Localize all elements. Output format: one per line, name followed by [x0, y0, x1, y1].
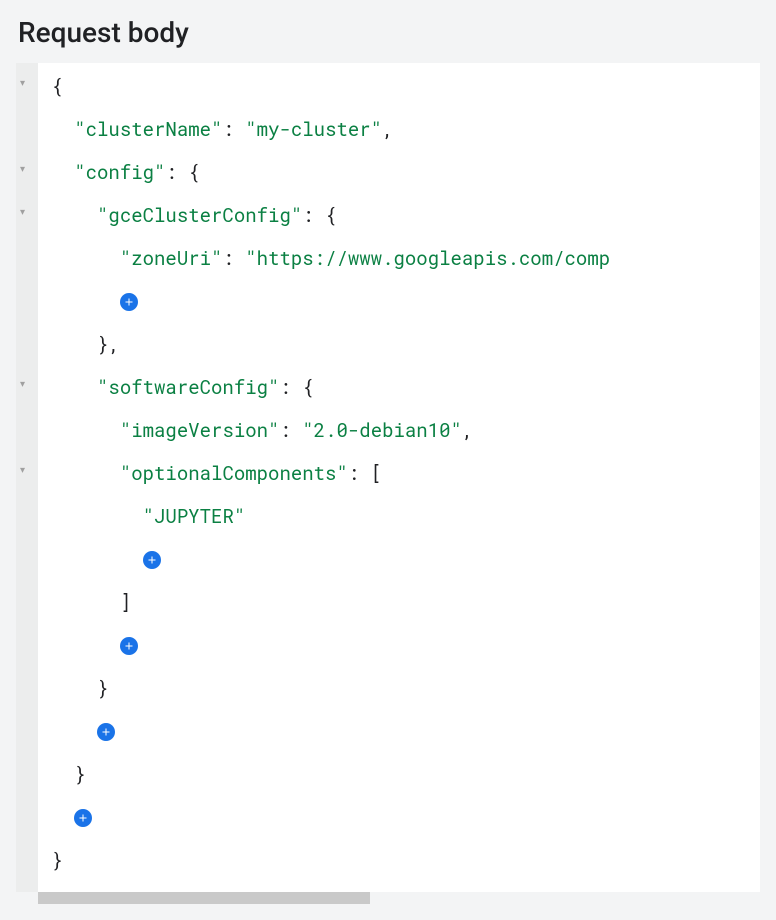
- bracket-close: ]: [120, 590, 131, 615]
- add-property-button[interactable]: [97, 723, 115, 741]
- colon: :: [302, 203, 325, 228]
- code-line: {: [40, 65, 758, 108]
- plus-icon: [123, 296, 135, 308]
- code-line: "clusterName": "my-cluster",: [40, 108, 758, 151]
- fold-toggle[interactable]: ▾: [20, 165, 25, 175]
- json-key: "gceClusterConfig": [97, 203, 302, 228]
- code-line: [40, 710, 758, 753]
- brace-close: }: [97, 676, 108, 701]
- bracket-open: [: [371, 461, 382, 486]
- json-key: "softwareConfig": [97, 375, 279, 400]
- code-line: [40, 538, 758, 581]
- json-string: "2.0-debian10": [302, 418, 462, 443]
- plus-icon: [123, 640, 135, 652]
- code-line: },: [40, 323, 758, 366]
- code-line: }: [40, 667, 758, 710]
- code-line: [40, 280, 758, 323]
- brace-open: {: [188, 160, 199, 185]
- json-key: "config": [74, 160, 165, 185]
- json-key: "zoneUri": [120, 246, 223, 271]
- json-key: "optionalComponents": [120, 461, 348, 486]
- fold-toggle[interactable]: ▾: [20, 79, 25, 89]
- plus-icon: [146, 554, 158, 566]
- colon: :: [279, 418, 302, 443]
- add-array-item-button[interactable]: [143, 551, 161, 569]
- code-area[interactable]: { "clusterName": "my-cluster", "config":…: [38, 63, 760, 892]
- brace-open: {: [325, 203, 336, 228]
- colon: :: [279, 375, 302, 400]
- add-property-button[interactable]: [74, 809, 92, 827]
- plus-icon: [100, 726, 112, 738]
- fold-toggle[interactable]: ▾: [20, 380, 25, 390]
- fold-gutter: ▾ ▾ ▾ ▾ ▾: [16, 63, 38, 892]
- brace-open: {: [51, 74, 62, 99]
- scrollbar-thumb[interactable]: [38, 892, 370, 904]
- section-title: Request body: [16, 16, 760, 49]
- json-editor: ▾ ▾ ▾ ▾ ▾ { "clusterName": "my-cluster",…: [16, 63, 760, 892]
- code-line: }: [40, 753, 758, 796]
- code-line: "zoneUri": "https://www.googleapis.com/c…: [40, 237, 758, 280]
- fold-toggle[interactable]: ▾: [20, 466, 25, 476]
- code-line: }: [40, 839, 758, 882]
- colon: :: [222, 246, 245, 271]
- json-string: "https://www.googleapis.com/comp: [245, 246, 610, 271]
- add-property-button[interactable]: [120, 637, 138, 655]
- json-string: "JUPYTER": [143, 504, 246, 529]
- code-line: "softwareConfig": {: [40, 366, 758, 409]
- code-line: "imageVersion": "2.0-debian10",: [40, 409, 758, 452]
- code-line: "JUPYTER": [40, 495, 758, 538]
- fold-toggle[interactable]: ▾: [20, 208, 25, 218]
- brace-close: }: [51, 848, 62, 873]
- brace-open: {: [302, 375, 313, 400]
- comma: ,: [462, 418, 473, 443]
- code-line: "optionalComponents": [: [40, 452, 758, 495]
- horizontal-scrollbar[interactable]: [16, 892, 760, 904]
- brace-close: },: [97, 332, 120, 357]
- add-property-button[interactable]: [120, 293, 138, 311]
- plus-icon: [77, 812, 89, 824]
- code-line: [40, 624, 758, 667]
- json-key: "clusterName": [74, 117, 222, 142]
- code-line: [40, 796, 758, 839]
- json-key: "imageVersion": [120, 418, 280, 443]
- code-line: "gceClusterConfig": {: [40, 194, 758, 237]
- brace-close: }: [74, 762, 85, 787]
- code-line: "config": {: [40, 151, 758, 194]
- code-line: ]: [40, 581, 758, 624]
- colon: :: [165, 160, 188, 185]
- colon: :: [348, 461, 371, 486]
- json-string: "my-cluster": [245, 117, 382, 142]
- colon: :: [222, 117, 245, 142]
- comma: ,: [382, 117, 393, 142]
